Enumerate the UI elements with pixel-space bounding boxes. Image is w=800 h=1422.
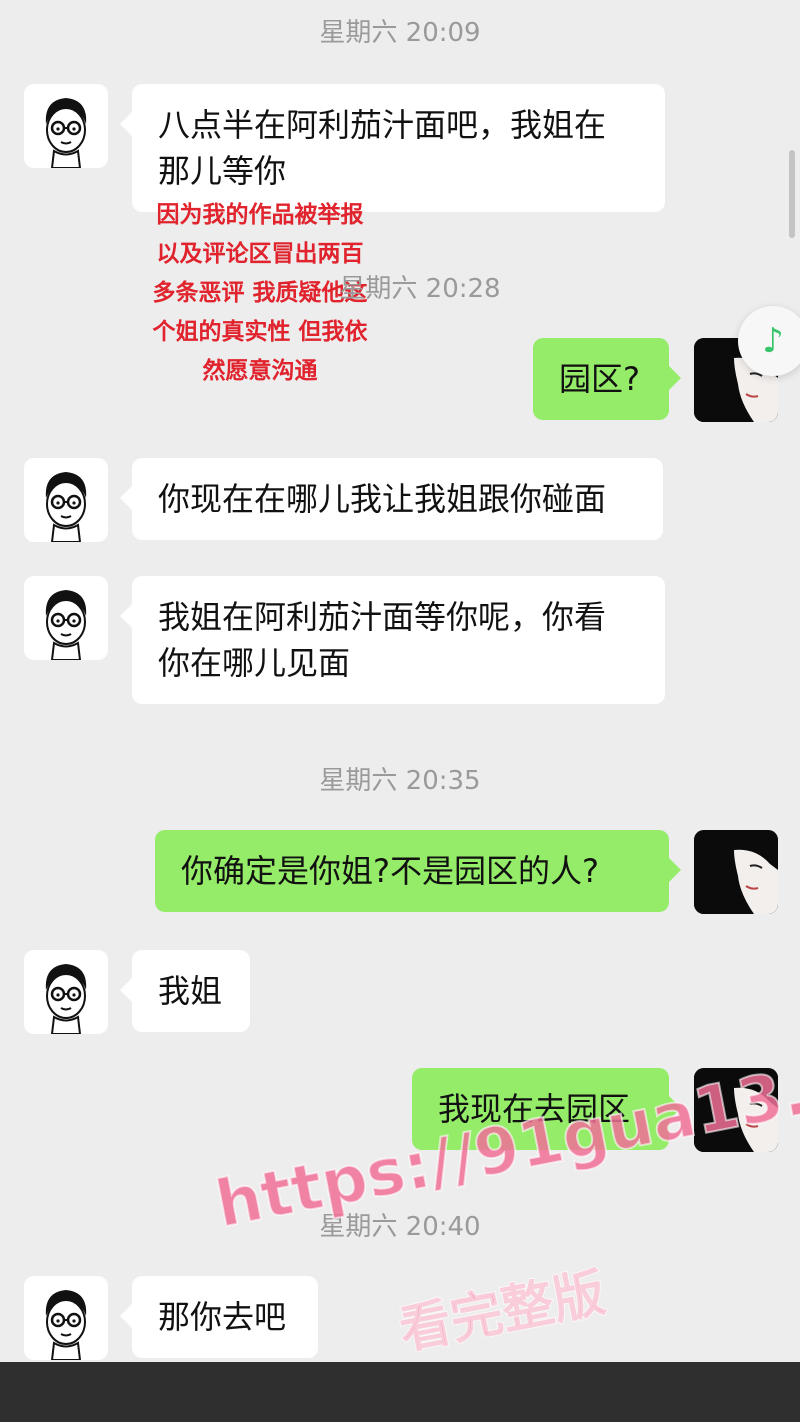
message-bubble-outgoing[interactable]: 你确定是你姐?不是园区的人? <box>155 830 681 912</box>
annotation-line: 然愿意沟通 <box>202 358 318 384</box>
cartoon-boy-icon <box>45 1290 87 1360</box>
woman-portrait-icon <box>694 830 778 914</box>
cartoon-boy-icon <box>45 964 87 1034</box>
annotation-line: 个姐的真实性 但我依 <box>152 319 368 345</box>
timestamp: 星期六 20:09 <box>319 18 481 48</box>
contact-avatar[interactable] <box>24 458 108 542</box>
message-text: 园区? <box>559 360 640 398</box>
user-avatar[interactable] <box>694 830 778 914</box>
annotation-line: 因为我的作品被举报 <box>156 202 364 228</box>
contact-avatar[interactable] <box>24 576 108 660</box>
watermark-subtitle: 看完整版 <box>393 1262 611 1363</box>
contact-avatar[interactable] <box>24 84 108 168</box>
message-bubble-outgoing[interactable]: 园区? <box>533 338 681 420</box>
message-text: 我姐在阿利茄汁面等你呢，你看 你在哪儿见面 <box>158 598 607 682</box>
timestamp: 星期六 20:28 <box>339 274 501 304</box>
message-bubble-incoming[interactable]: 那你去吧 <box>120 1276 318 1358</box>
timestamp: 星期六 20:40 <box>319 1212 481 1242</box>
message-bubble-incoming[interactable]: 我姐在阿利茄汁面等你呢，你看 你在哪儿见面 <box>120 576 665 704</box>
contact-avatar[interactable] <box>24 1276 108 1360</box>
message-text: 你确定是你姐?不是园区的人? <box>181 852 599 890</box>
contact-avatar[interactable] <box>24 950 108 1034</box>
music-note-icon: ♪ <box>762 321 784 361</box>
cartoon-boy-icon <box>45 590 87 660</box>
message-bubble-incoming[interactable]: 你现在在哪儿我让我姐跟你碰面 <box>120 458 663 540</box>
music-floating-button[interactable]: ♪ <box>738 306 800 376</box>
message-text: 那你去吧 <box>158 1298 287 1336</box>
message-bubble-incoming[interactable]: 八点半在阿利茄汁面吧，我姐在 那儿等你 <box>120 84 665 212</box>
message-text: 八点半在阿利茄汁面吧，我姐在 那儿等你 <box>158 106 607 190</box>
timestamp: 星期六 20:35 <box>319 766 481 796</box>
message-bubble-incoming[interactable]: 我姐 <box>120 950 250 1032</box>
cartoon-boy-icon <box>45 472 87 542</box>
scrollbar[interactable] <box>789 150 795 238</box>
bottom-input-bar <box>0 1362 800 1422</box>
message-text: 你现在在哪儿我让我姐跟你碰面 <box>158 480 607 518</box>
message-text: 我姐 <box>158 972 223 1010</box>
cartoon-boy-icon <box>45 98 87 168</box>
